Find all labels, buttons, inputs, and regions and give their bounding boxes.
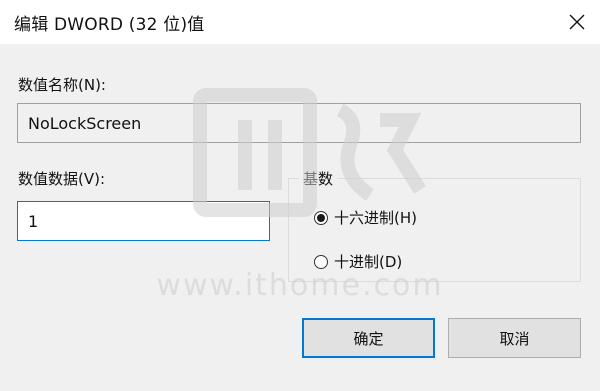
radio-button-unchecked[interactable] — [314, 254, 328, 269]
radio-decimal[interactable]: 十进制(D) — [314, 251, 402, 272]
cancel-button[interactable]: 取消 — [448, 318, 581, 358]
dialog-title: 编辑 DWORD (32 位)值 — [14, 15, 205, 35]
base-group-title: 基数 — [299, 168, 338, 189]
radio-button-checked[interactable] — [314, 210, 328, 225]
value-data-field[interactable] — [17, 201, 270, 241]
value-name-field[interactable] — [17, 103, 581, 143]
close-icon — [569, 14, 585, 30]
radio-hexadecimal-label: 十六进制(H) — [334, 209, 417, 227]
title-bar: 编辑 DWORD (32 位)值 — [0, 0, 600, 44]
ok-button[interactable]: 确定 — [302, 318, 435, 358]
radio-decimal-label: 十进制(D) — [334, 253, 403, 271]
value-data-label: 数值数据(V): — [18, 170, 106, 188]
radio-dot — [317, 213, 325, 222]
value-name-label: 数值名称(N): — [18, 76, 106, 94]
close-button[interactable] — [554, 0, 600, 44]
edit-dword-dialog: 编辑 DWORD (32 位)值 数值名称(N): 数值数据(V): 基数 十六… — [0, 0, 600, 391]
radio-hexadecimal[interactable]: 十六进制(H) — [314, 207, 417, 228]
